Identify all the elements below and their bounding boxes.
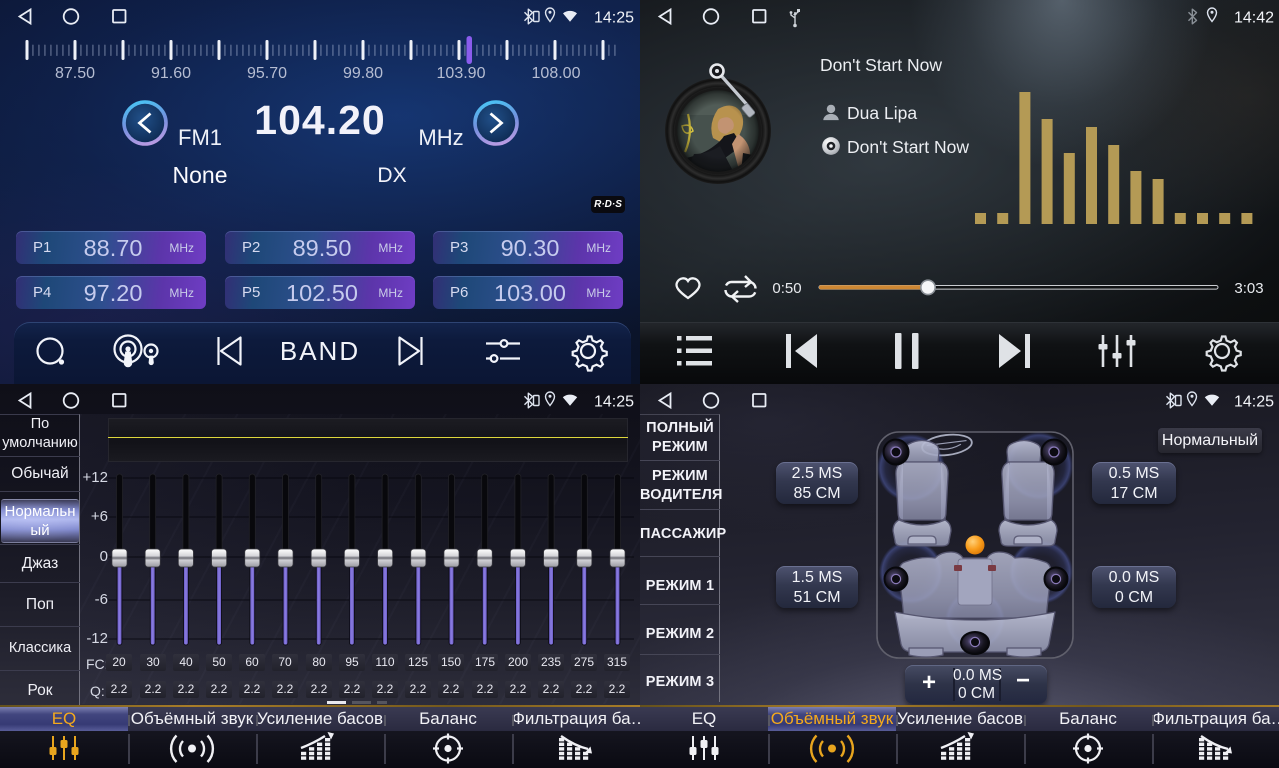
svg-text:3:03: 3:03 [1234, 280, 1263, 297]
svg-text:87.50: 87.50 [55, 65, 95, 82]
svg-text:91.60: 91.60 [151, 65, 191, 82]
svg-text:0:50: 0:50 [772, 280, 801, 297]
svg-text:95.70: 95.70 [247, 65, 287, 82]
svg-text:BAND: BAND [280, 336, 360, 366]
svg-text:103.90: 103.90 [437, 65, 486, 82]
svg-text:108.00: 108.00 [532, 65, 581, 82]
svg-text:99.80: 99.80 [343, 65, 383, 82]
svg-text:14:25: 14:25 [1234, 394, 1274, 411]
